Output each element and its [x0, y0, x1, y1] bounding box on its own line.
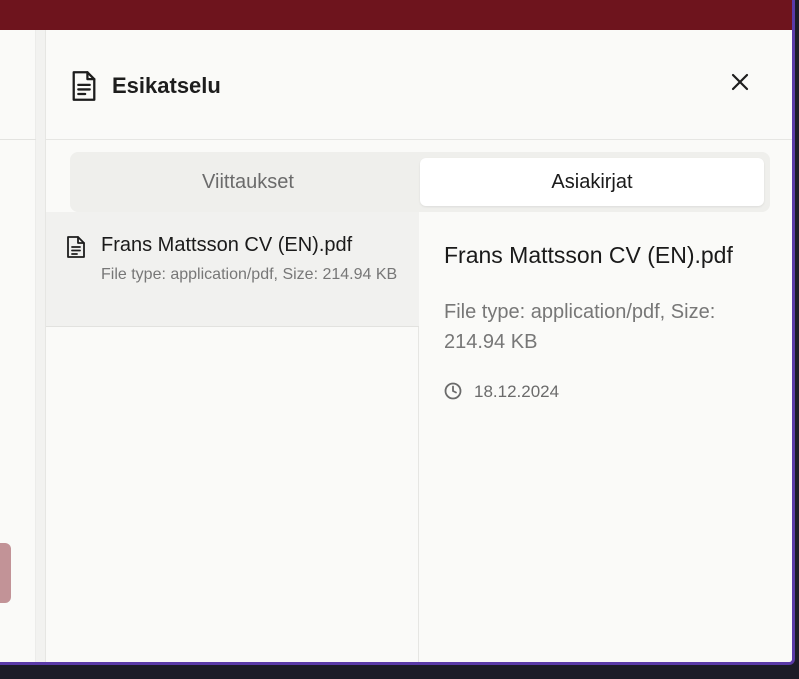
list-item-name: Frans Mattsson CV (EN).pdf	[101, 234, 353, 256]
tab-citations[interactable]: Viittaukset	[76, 158, 420, 206]
background-divider	[0, 139, 36, 140]
tab-bar: Viittaukset Asiakirjat	[70, 152, 770, 212]
background-page	[0, 30, 36, 662]
preview-drawer: Esikatselu Viittaukset Asiakirjat Frans …	[45, 30, 792, 662]
drawer-title: Esikatselu	[112, 73, 221, 98]
drawer-header: Esikatselu	[46, 30, 792, 140]
list-item-meta: File type: application/pdf, Size: 214.94…	[101, 266, 398, 283]
detail-meta: File type: application/pdf, Size: 214.94…	[444, 301, 716, 353]
document-detail: Frans Mattsson CV (EN).pdf File type: ap…	[419, 212, 792, 662]
document-icon	[70, 70, 98, 102]
document-icon	[66, 236, 86, 258]
close-icon	[731, 73, 749, 96]
detail-date: 18.12.2024	[474, 382, 560, 401]
tab-documents[interactable]: Asiakirjat	[420, 158, 764, 206]
background-button[interactable]	[0, 543, 11, 603]
document-list: Frans Mattsson CV (EN).pdf File type: ap…	[46, 212, 419, 662]
tab-documents-label: Asiakirjat	[551, 170, 633, 193]
top-bar	[0, 0, 792, 30]
tab-citations-label: Viittaukset	[202, 170, 294, 193]
background-gap	[36, 30, 45, 662]
close-button[interactable]	[726, 70, 754, 98]
list-item[interactable]: Frans Mattsson CV (EN).pdf File type: ap…	[46, 212, 419, 327]
detail-title: Frans Mattsson CV (EN).pdf	[444, 242, 733, 268]
clock-icon	[444, 382, 462, 400]
app-window: Esikatselu Viittaukset Asiakirjat Frans …	[0, 0, 795, 665]
